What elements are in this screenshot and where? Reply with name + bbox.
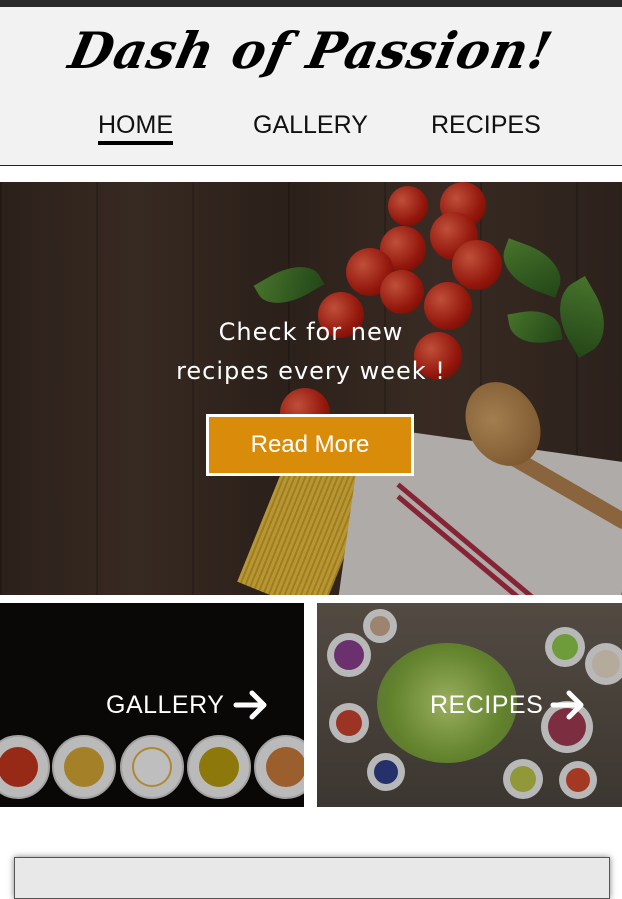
site-logo[interactable]: Dash of Passion! (0, 21, 622, 80)
site-header: Dash of Passion! HOME GALLERY RECIPES (0, 7, 622, 166)
recipes-tile-label: RECIPES (430, 691, 544, 719)
top-bar (0, 0, 622, 7)
hero-tagline-line1: Check for new (218, 318, 404, 346)
hero-tagline-line2: recipes every week ! (176, 357, 446, 385)
gallery-tile-label: GALLERY (106, 691, 225, 719)
read-more-button[interactable]: Read More (206, 414, 414, 476)
content-card (14, 857, 610, 899)
recipes-tile[interactable]: RECIPES (317, 603, 622, 807)
arrow-right-icon (550, 690, 584, 720)
gallery-tile[interactable]: GALLERY (0, 603, 304, 807)
nav-home[interactable]: HOME (98, 111, 173, 145)
hero-banner: Check for new recipes every week ! Read … (0, 182, 622, 595)
nav-gallery[interactable]: GALLERY (253, 111, 368, 140)
nav-recipes[interactable]: RECIPES (431, 111, 541, 140)
hero-tagline: Check for new recipes every week ! (0, 313, 622, 391)
main-nav: HOME GALLERY RECIPES (0, 111, 622, 151)
arrow-right-icon (233, 690, 267, 720)
